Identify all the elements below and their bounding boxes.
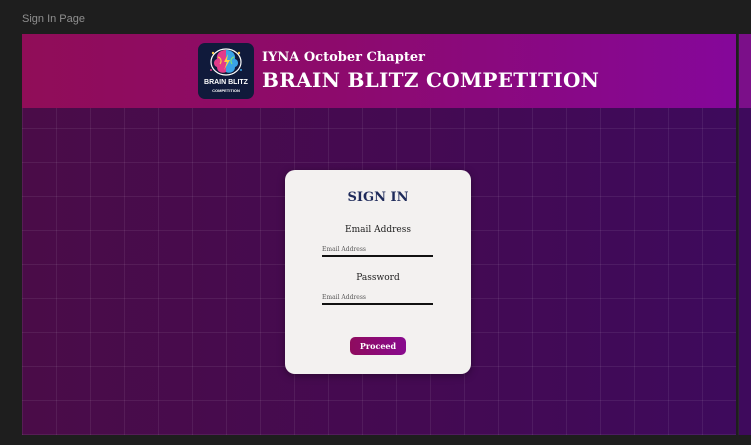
logo-subtitle: COMPETITION [212, 88, 240, 93]
email-field[interactable] [322, 243, 433, 257]
adjacent-frame-edge [738, 34, 751, 435]
brain-icon [210, 48, 242, 76]
logo-title: BRAIN BLITZ [204, 79, 248, 86]
email-label: Email Address [345, 225, 411, 235]
header-banner: BRAIN BLITZ COMPETITION IYNA October Cha… [22, 34, 736, 108]
password-label: Password [356, 273, 400, 283]
sign-in-page-frame: BRAIN BLITZ COMPETITION IYNA October Cha… [22, 34, 736, 435]
sign-in-card: SIGN IN Email Address Password Proceed [285, 170, 471, 374]
brain-blitz-logo: BRAIN BLITZ COMPETITION [198, 43, 254, 99]
password-field[interactable] [322, 291, 433, 305]
sign-in-heading: SIGN IN [347, 190, 409, 205]
chapter-subtitle: IYNA October Chapter [262, 50, 425, 65]
proceed-button[interactable]: Proceed [350, 337, 406, 355]
frame-label: Sign In Page [22, 13, 85, 25]
page-title: BRAIN BLITZ COMPETITION [262, 68, 600, 92]
